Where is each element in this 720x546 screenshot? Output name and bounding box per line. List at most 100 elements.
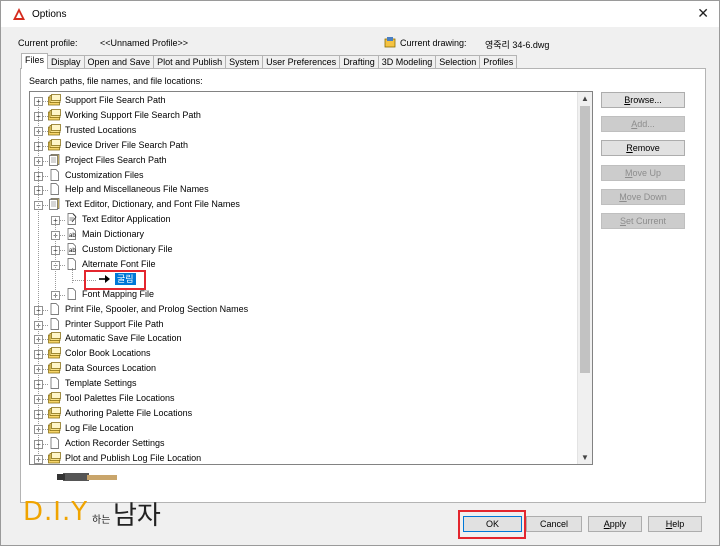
document-icon xyxy=(48,302,61,315)
tree-item-label[interactable]: Printer Support File Path xyxy=(65,319,164,329)
folder-stack-icon xyxy=(48,392,61,404)
tree-row[interactable]: + Font Mapping File xyxy=(30,287,575,302)
tab-user-preferences[interactable]: User Preferences xyxy=(262,55,341,69)
document-icon xyxy=(48,377,61,389)
close-icon[interactable]: ✕ xyxy=(697,6,709,20)
tree-row[interactable]: + Customization Files xyxy=(30,168,575,183)
tree-item-label[interactable]: Authoring Palette File Locations xyxy=(65,408,192,418)
tree-row[interactable]: + Printer Support File Path xyxy=(30,317,575,332)
hammer-icon xyxy=(57,473,117,481)
logo-small-text: 하는 xyxy=(92,515,111,526)
folder-stack-icon xyxy=(48,362,61,374)
search-path-tree[interactable]: ▲ ▼ + Support File Search Path + Working Su… xyxy=(29,91,593,465)
tree-item-label[interactable]: Help and Miscellaneous File Names xyxy=(65,184,209,194)
tree-row[interactable]: + ab Main Dictionary xyxy=(30,228,575,242)
scroll-down-icon[interactable]: ▼ xyxy=(581,453,589,462)
move-up-button[interactable]: Move Up xyxy=(601,165,685,181)
tab-system[interactable]: System xyxy=(225,55,264,69)
tree-row[interactable]: + Template Settings xyxy=(30,377,575,391)
tree-row[interactable]: + Automatic Save File Location xyxy=(30,332,575,346)
document-icon xyxy=(65,287,78,300)
tree-item-label[interactable]: Alternate Font File xyxy=(82,259,156,269)
tree-item-label[interactable]: Action Recorder Settings xyxy=(65,438,165,448)
tree-connector xyxy=(55,223,56,298)
tree-row[interactable]: + Working Support File Search Path xyxy=(30,109,575,123)
tree-row[interactable]: + ab Custom Dictionary File xyxy=(30,243,575,257)
tree-item-label[interactable]: Color Book Locations xyxy=(65,348,151,358)
document-stack-icon xyxy=(48,198,61,211)
dictionary-icon: ab xyxy=(65,228,78,240)
tree-scrollbar[interactable]: ▲ ▼ xyxy=(577,92,592,464)
tree-item-label[interactable]: Log File Location xyxy=(65,423,134,433)
tree-row[interactable]: + Help and Miscellaneous File Names xyxy=(30,183,575,197)
options-dialog: Options ✕ Current profile: <<Unnamed Pro… xyxy=(0,0,720,546)
tree-item-label[interactable]: Project Files Search Path xyxy=(65,155,167,165)
title-bar: Options ✕ xyxy=(1,1,719,27)
text-file-icon xyxy=(65,213,78,226)
tab-files[interactable]: Files xyxy=(21,53,49,69)
tree-row[interactable]: + Plot and Publish Log File Location xyxy=(30,451,575,464)
tree-row[interactable]: + Authoring Palette File Locations xyxy=(30,407,575,421)
svg-text:ab: ab xyxy=(69,248,76,254)
scrollbar-thumb[interactable] xyxy=(580,106,590,373)
folder-stack-icon xyxy=(48,347,61,359)
scroll-up-icon[interactable]: ▲ xyxy=(581,94,589,103)
move-down-button[interactable]: Move Down xyxy=(601,189,685,205)
tree-item-label[interactable]: Device Driver File Search Path xyxy=(65,140,188,150)
tree-row[interactable]: + Project Files Search Path xyxy=(30,153,575,168)
tree-item-label[interactable]: Automatic Save File Location xyxy=(65,333,182,343)
add-button[interactable]: Add... xyxy=(601,116,685,132)
remove-button[interactable]: Remove xyxy=(601,140,685,156)
drawing-file-icon xyxy=(384,37,396,48)
tree-item-label[interactable]: Data Sources Location xyxy=(65,363,156,373)
tree-item-label[interactable]: Support File Search Path xyxy=(65,95,166,105)
browse-button[interactable]: Browse... xyxy=(601,92,685,108)
tree-item-label[interactable]: Template Settings xyxy=(65,378,137,388)
tree-item-label[interactable]: Working Support File Search Path xyxy=(65,110,201,120)
folder-stack-icon xyxy=(48,407,61,419)
tree-row[interactable]: − Text Editor, Dictionary, and Font File … xyxy=(30,198,575,212)
tree-row[interactable]: + Support File Search Path xyxy=(30,94,575,108)
tab-selection[interactable]: Selection xyxy=(435,55,481,69)
apply-button[interactable]: Apply xyxy=(588,516,642,532)
tree-row[interactable]: + Text Editor Application xyxy=(30,213,575,227)
document-icon xyxy=(48,183,61,196)
tab-open-and-save[interactable]: Open and Save xyxy=(83,55,155,69)
tree-item-label[interactable]: Tool Palettes File Locations xyxy=(65,393,175,403)
tree-row[interactable]: + Tool Palettes File Locations xyxy=(30,392,575,406)
tree-item-label[interactable]: Font Mapping File xyxy=(82,289,154,299)
tree-row[interactable]: + Color Book Locations xyxy=(30,347,575,361)
tab-drafting[interactable]: Drafting xyxy=(339,55,379,69)
tab-plot-and-publish[interactable]: Plot and Publish xyxy=(153,55,227,69)
help-button[interactable]: Help xyxy=(648,516,702,532)
tree-item-label[interactable]: Text Editor, Dictionary, and Font File N… xyxy=(65,199,240,209)
cancel-button[interactable]: Cancel xyxy=(526,516,582,532)
logo-diy-text: D.I.Y xyxy=(23,497,89,527)
tree-item-label[interactable]: Main Dictionary xyxy=(82,229,144,239)
tree-row[interactable]: + Trusted Locations xyxy=(30,123,575,138)
tree-row[interactable]: + Log File Location xyxy=(30,421,575,436)
tree-item-label[interactable]: Trusted Locations xyxy=(65,125,136,135)
tree-item-label[interactable]: Customization Files xyxy=(65,170,144,180)
tree-row[interactable]: + Action Recorder Settings xyxy=(30,436,575,451)
document-icon xyxy=(48,317,61,330)
tab-3d-modeling[interactable]: 3D Modeling xyxy=(377,55,437,69)
tree-item-label[interactable]: Plot and Publish Log File Location xyxy=(65,453,201,463)
document-stack-icon xyxy=(48,153,61,166)
tree-item-label[interactable]: Custom Dictionary File xyxy=(82,244,173,254)
tree-item-label[interactable]: Print File, Spooler, and Prolog Section … xyxy=(65,304,248,314)
folder-stack-icon xyxy=(48,109,61,121)
tab-profiles[interactable]: Profiles xyxy=(479,55,518,69)
current-profile-value: <<Unnamed Profile>> xyxy=(100,38,189,48)
tree-row[interactable]: + Device Driver File Search Path xyxy=(30,138,575,153)
tree-row[interactable]: + Print File, Spooler, and Prolog Section… xyxy=(30,302,575,317)
tree-item-label[interactable]: Text Editor Application xyxy=(82,214,171,224)
current-drawing-label: Current drawing: xyxy=(400,38,467,48)
ok-highlight-box xyxy=(458,510,526,539)
current-profile-label: Current profile: xyxy=(18,38,78,48)
set-current-button[interactable]: Set Current xyxy=(601,213,685,229)
current-drawing-value: 영죽리 34-6.dwg xyxy=(485,40,550,50)
tree-row[interactable]: + Data Sources Location xyxy=(30,362,575,376)
search-paths-caption: Search paths, file names, and file locat… xyxy=(29,76,203,86)
tab-display[interactable]: Display xyxy=(47,55,85,69)
